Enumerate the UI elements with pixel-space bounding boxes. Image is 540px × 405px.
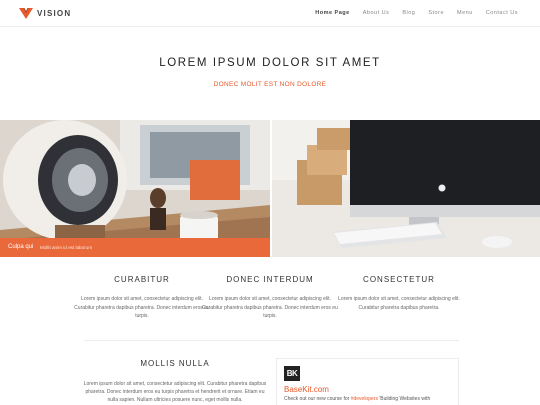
hero-subtitle: DONEC MOLIT EST NON DOLORE (213, 81, 327, 88)
column-title: CONSECTETUR (363, 275, 435, 284)
basekit-card[interactable]: BK BaseKit.com Check out our new course … (276, 358, 459, 405)
feature-column-3: CONSECTETUR Lorem ipsum dolor sit amet, … (324, 275, 474, 312)
gallery-image-imac[interactable] (272, 120, 540, 257)
hero-title: LOREM IPSUM DOLOR SIT AMET (159, 57, 381, 69)
basekit-text-before: Check out our new course for (284, 396, 351, 402)
nav-contact[interactable]: Contact Us (486, 10, 518, 16)
logo[interactable]: VISION (19, 8, 71, 19)
site-header: VISION Home Page About Us Blog Store Men… (0, 0, 540, 27)
image-caption-bar: Culpa qui Mollit anim id est laborum (0, 238, 270, 257)
gallery-image-speaker[interactable] (0, 120, 270, 257)
feature-column-2: DONEC INTERDUM Lorem ipsum dolor sit ame… (195, 275, 345, 321)
vision-logo-icon (19, 8, 33, 19)
imac-desk-photo (272, 120, 540, 257)
caption-text: Mollit anim id est laborum (40, 245, 93, 250)
section-divider (84, 340, 459, 341)
column-title: DONEC INTERDUM (226, 275, 314, 284)
basekit-text: Check out our new course for #developers… (284, 396, 459, 403)
main-nav: Home Page About Us Blog Store Menu Conta… (302, 10, 518, 16)
nav-blog[interactable]: Blog (402, 10, 415, 16)
mollis-title: MOLLIS NULLA (140, 359, 210, 368)
mollis-text: Lorem ipsum dolor sit amet, consectetur … (83, 381, 267, 403)
mollis-section: MOLLIS NULLA Lorem ipsum dolor sit amet,… (80, 359, 270, 404)
brand-name: VISION (37, 9, 72, 18)
column-text: Lorem ipsum dolor sit amet, consectetur … (202, 296, 338, 319)
speaker-desk-photo (0, 120, 270, 257)
caption-title: Culpa qui (8, 244, 34, 250)
nav-store[interactable]: Store (428, 10, 444, 16)
column-text: Lorem ipsum dolor sit amet, consectetur … (338, 296, 460, 311)
nav-home[interactable]: Home Page (315, 10, 349, 16)
nav-menu[interactable]: Menu (457, 10, 473, 16)
basekit-name[interactable]: BaseKit.com (284, 385, 329, 394)
basekit-hashtag-link[interactable]: #developers (351, 396, 378, 402)
basekit-text-after: 'Building Websites with (377, 396, 431, 402)
nav-about[interactable]: About Us (363, 10, 390, 16)
basekit-logo-icon: BK (284, 366, 300, 381)
